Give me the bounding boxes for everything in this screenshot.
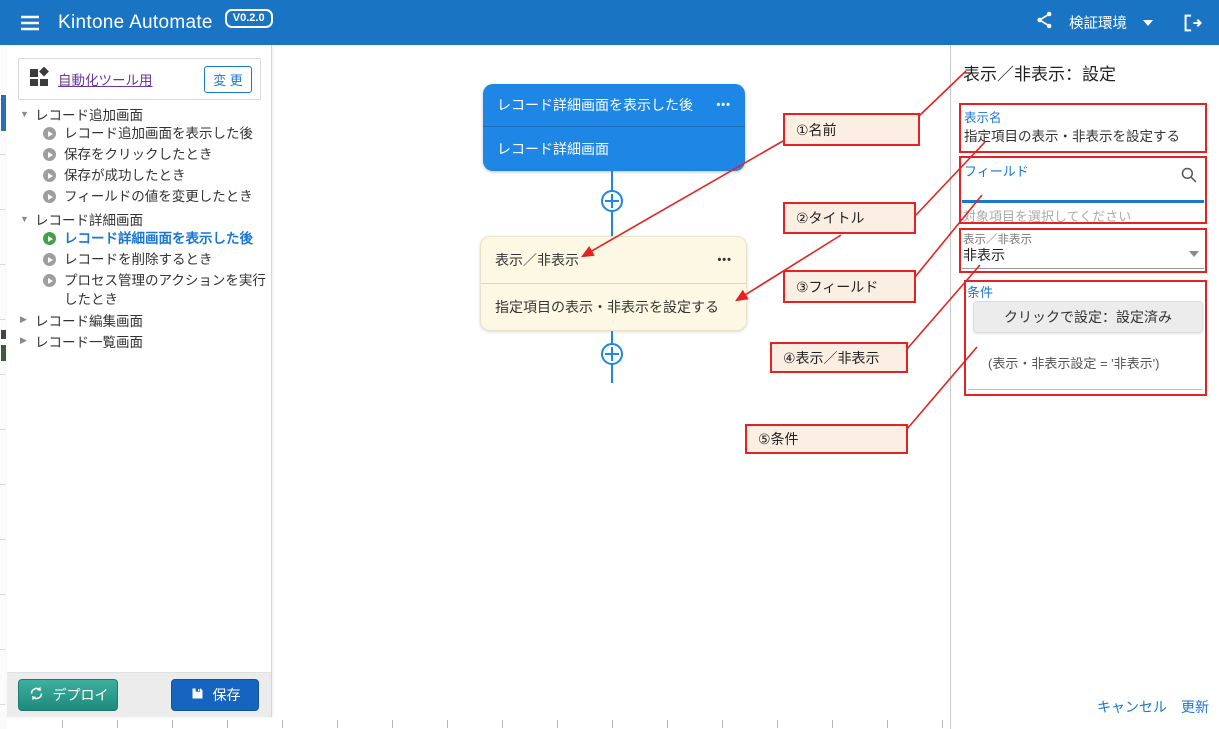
cancel-link[interactable]: キャンセル (1097, 697, 1167, 717)
tree-item[interactable]: レコード追加画面を表示した後 (7, 124, 271, 145)
visibility-select-underline (962, 268, 1204, 269)
flow-canvas: レコード詳細画面を表示した後 ••• レコード詳細画面 表示／非表示 ••• 指… (272, 45, 950, 729)
action-node-title: 表示／非表示 (495, 250, 579, 270)
page-edge-ruler (0, 45, 7, 729)
tree-item[interactable]: 保存をクリックしたとき (7, 145, 271, 166)
field-input-placeholder[interactable]: 対象項目を選択してください (963, 206, 1131, 225)
app-title: Kintone Automate (58, 12, 213, 34)
tree-item[interactable]: レコードを削除するとき (7, 250, 271, 271)
app-selector-box: 自動化ツール用 変 更 (18, 58, 261, 100)
panel-title: 表示／非表示：設定 (963, 60, 1116, 85)
tree-item-label: 保存が成功したとき (64, 166, 186, 185)
tree-group-label: レコード詳細画面 (35, 209, 143, 229)
event-tree: ▼ レコード追加画面 レコード追加画面を表示した後 保存をクリックしたとき 保存… (7, 103, 271, 351)
tree-item-label: レコードを削除するとき (64, 250, 213, 269)
trigger-node-subtitle: レコード詳細画面 (497, 139, 609, 159)
sidebar: 自動化ツール用 変 更 ▼ レコード追加画面 レコード追加画面を表示した後 保存… (7, 45, 272, 717)
node-menu-icon[interactable]: ••• (716, 99, 731, 111)
tree-group-record-list[interactable]: ▶ レコード一覧画面 (7, 330, 271, 351)
sync-icon (28, 685, 45, 705)
top-app-bar: Kintone Automate V0.2.0 検証環境 (0, 0, 1219, 45)
annotation-label: ③フィールド (796, 277, 878, 297)
version-badge: V0.2.0 (225, 9, 273, 28)
tree-group-label: レコード編集画面 (35, 310, 143, 330)
node-menu-icon[interactable]: ••• (717, 254, 732, 266)
tree-group-label: レコード追加画面 (35, 104, 143, 124)
tree-item[interactable]: プロセス管理のアクションを実行したとき (7, 271, 271, 309)
tree-item-label: プロセス管理のアクションを実行したとき (64, 271, 269, 309)
tree-item-label: レコード詳細画面を表示した後 (64, 229, 253, 248)
display-name-value[interactable]: 指定項目の表示・非表示を設定する (964, 125, 1180, 145)
condition-expression: (表示・非表示設定 = '非表示') (988, 353, 1159, 372)
caret-right-icon: ▶ (20, 335, 30, 346)
hamburger-menu-icon[interactable] (17, 10, 43, 36)
chevron-down-icon[interactable] (1143, 20, 1153, 26)
event-icon (43, 169, 56, 182)
logout-icon[interactable] (1181, 12, 1203, 34)
annotation-box-condition: ⑤条件 (745, 424, 908, 454)
environment-label[interactable]: 検証環境 (1069, 12, 1127, 33)
tree-item[interactable]: フィールドの値を変更したとき (7, 187, 271, 208)
tree-group-label: レコード一覧画面 (35, 331, 143, 351)
caret-down-icon: ▼ (20, 109, 30, 119)
save-button[interactable]: 保存 (171, 679, 259, 711)
trigger-node[interactable]: レコード詳細画面を表示した後 ••• レコード詳細画面 (483, 84, 745, 171)
event-icon (43, 253, 56, 266)
annotation-box-field: ③フィールド (783, 270, 916, 303)
add-step-button[interactable] (600, 189, 624, 213)
change-app-button[interactable]: 変 更 (204, 66, 252, 93)
annotation-box-visibility: ④表示／非表示 (770, 342, 908, 373)
app-name-link[interactable]: 自動化ツール用 (58, 69, 153, 89)
search-icon[interactable] (1180, 166, 1198, 189)
app-icon (29, 67, 49, 92)
add-step-button[interactable] (600, 342, 624, 366)
display-name-label: 表示名 (964, 107, 1002, 126)
event-icon (43, 274, 56, 287)
sidebar-footer: デプロイ 保存 (7, 672, 271, 717)
event-icon-active (43, 232, 56, 245)
save-button-label: 保存 (213, 685, 241, 705)
divider (968, 389, 1202, 390)
annotation-label: ①名前 (796, 120, 837, 140)
event-icon (43, 127, 56, 140)
visibility-select-value[interactable]: 非表示 (963, 245, 1005, 265)
tree-group-record-edit[interactable]: ▶ レコード編集画面 (7, 309, 271, 330)
caret-right-icon: ▶ (20, 314, 30, 325)
event-icon (43, 148, 56, 161)
tree-item-selected[interactable]: レコード詳細画面を表示した後 (7, 229, 271, 250)
update-link[interactable]: 更新 (1181, 697, 1209, 717)
deploy-button[interactable]: デプロイ (18, 679, 118, 711)
tree-item[interactable]: 保存が成功したとき (7, 166, 271, 187)
annotation-label: ④表示／非表示 (783, 348, 880, 368)
share-icon[interactable] (1035, 10, 1055, 35)
tree-item-label: フィールドの値を変更したとき (64, 187, 253, 206)
action-node-subtitle: 指定項目の表示・非表示を設定する (495, 297, 719, 317)
trigger-node-title: レコード詳細画面を表示した後 (497, 95, 693, 115)
action-node[interactable]: 表示／非表示 ••• 指定項目の表示・非表示を設定する (480, 236, 747, 331)
event-icon (43, 190, 56, 203)
annotation-box-name: ①名前 (783, 113, 920, 146)
deploy-button-label: デプロイ (53, 685, 109, 705)
annotation-label: ②タイトル (796, 208, 865, 228)
caret-down-icon: ▼ (20, 214, 30, 224)
annotation-frame-condition (964, 280, 1207, 396)
condition-label: 条件 (967, 282, 993, 301)
condition-set-button[interactable]: クリックで設定：設定済み (973, 301, 1203, 333)
tree-group-record-detail[interactable]: ▼ レコード詳細画面 (7, 208, 271, 229)
annotation-label: ⑤条件 (758, 429, 799, 449)
tree-item-label: レコード追加画面を表示した後 (64, 124, 253, 143)
tree-item-label: 保存をクリックしたとき (64, 145, 213, 164)
save-icon (190, 686, 205, 704)
annotation-box-title: ②タイトル (783, 202, 916, 234)
dropdown-caret-icon[interactable] (1189, 251, 1199, 257)
settings-panel: 表示／非表示：設定 表示名 指定項目の表示・非表示を設定する フィールド 対象項… (950, 45, 1219, 729)
field-input-underline (962, 200, 1204, 203)
tree-group-record-add[interactable]: ▼ レコード追加画面 (7, 103, 271, 124)
field-label: フィールド (964, 161, 1029, 180)
